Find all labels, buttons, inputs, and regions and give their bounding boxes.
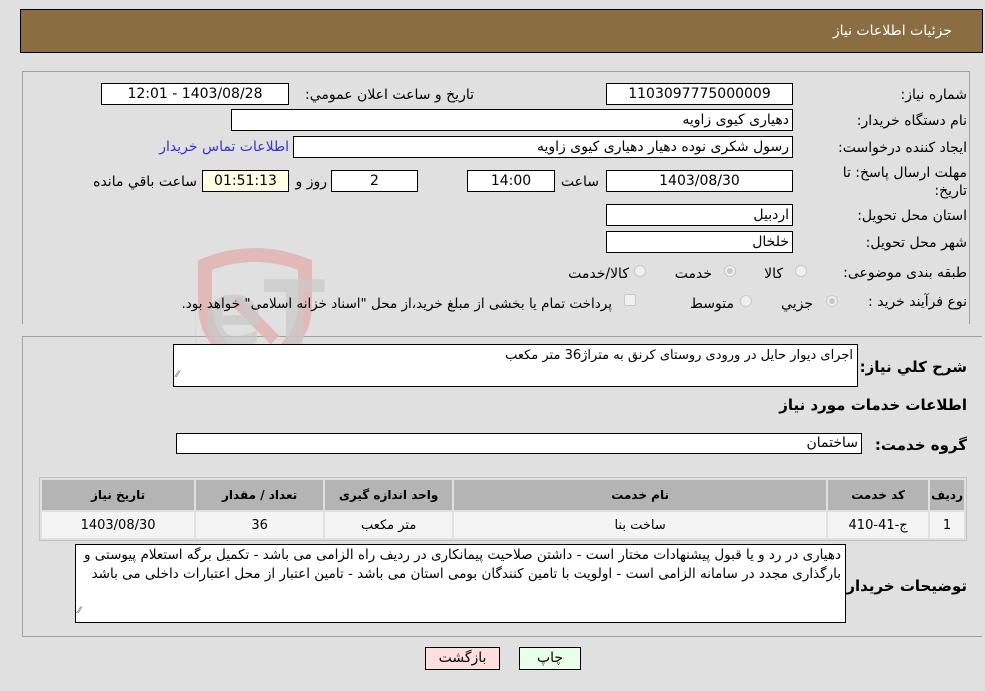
buyer-org-field: دهیاری کیوی زاویه <box>231 109 793 131</box>
treasury-checkbox[interactable] <box>624 294 636 306</box>
cell-service-name: ساخت بنا <box>454 512 827 538</box>
requester-label: ایجاد کننده درخواست: <box>838 140 967 156</box>
cell-row-number: 1 <box>930 512 964 538</box>
category-option-goods-service: کالا/خدمت <box>568 266 629 282</box>
table-header-row: ردیف کد خدمت نام خدمت واحد اندازه گیری ت… <box>42 480 964 510</box>
announce-datetime-label: تاریخ و ساعت اعلان عمومي: <box>305 87 474 103</box>
buyer-notes-label: توضیحات خریدار: <box>840 577 967 595</box>
col-quantity: تعداد / مقدار <box>196 480 324 510</box>
deadline-time-field: 14:00 <box>467 170 555 192</box>
description-label: شرح كلي نياز: <box>859 358 967 376</box>
remaining-time-label: ساعت باقي مانده <box>93 174 197 190</box>
treasury-note: پرداخت تمام یا بخشی از مبلغ خرید،از محل … <box>181 296 612 312</box>
services-section-title: اطلاعات خدمات مورد نیاز <box>779 396 967 414</box>
resize-grip-icon[interactable]: ⁄⁄ <box>176 366 179 385</box>
footer-divider <box>22 636 982 637</box>
city-label: شهر محل تحویل: <box>865 235 967 251</box>
remaining-time-field: 01:51:13 <box>202 170 289 192</box>
category-radio-goods[interactable] <box>795 265 807 277</box>
description-text: اجرای دیوار حایل در ورودی روستای کرنق به… <box>505 348 853 363</box>
resize-grip-icon[interactable]: ⁄⁄ <box>78 602 81 621</box>
deadline-date-field: 1403/08/30 <box>606 170 793 192</box>
cell-need-date: 1403/08/30 <box>42 512 195 538</box>
page-header: جزئیات اطلاعات نیاز <box>20 9 983 53</box>
cell-unit: متر مکعب <box>325 512 453 538</box>
col-service-name: نام خدمت <box>454 480 827 510</box>
cell-service-code: ج-41-410 <box>828 512 929 538</box>
print-button[interactable]: چاپ <box>519 647 581 670</box>
category-option-service: خدمت <box>674 266 712 282</box>
col-unit: واحد اندازه گیری <box>325 480 453 510</box>
purchase-radio-medium[interactable] <box>740 295 752 307</box>
requester-field: رسول شکری نوده دهیار دهیاری کیوی زاویه <box>293 136 793 158</box>
category-radio-service[interactable] <box>724 265 736 277</box>
buyer-org-label: نام دستگاه خریدار: <box>856 113 967 129</box>
remaining-days-field: 2 <box>331 170 418 192</box>
purchase-option-minor: جزيي <box>781 296 813 312</box>
days-label: روز و <box>295 174 328 190</box>
page-title: جزئیات اطلاعات نیاز <box>832 23 952 39</box>
col-need-date: تاریخ نیاز <box>42 480 195 510</box>
category-option-goods: کالا <box>764 266 783 282</box>
description-textarea[interactable]: اجرای دیوار حایل در ورودی روستای کرنق به… <box>173 344 858 387</box>
announce-datetime-field: 1403/08/28 - 12:01 <box>101 83 289 105</box>
deadline-time-label: ساعت <box>560 174 599 190</box>
province-field: اردبیل <box>606 204 793 226</box>
need-number-label: شماره نیاز: <box>900 87 968 103</box>
table-row: 1 ج-41-410 ساخت بنا متر مکعب 36 1403/08/… <box>42 512 964 538</box>
service-group-label: گروه خدمت: <box>874 436 967 454</box>
buyer-notes-text: دهیاری در رد و یا قبول پیشنهادات مختار ا… <box>83 547 841 582</box>
col-service-code: کد خدمت <box>828 480 929 510</box>
buyer-notes-textarea[interactable]: دهیاری در رد و یا قبول پیشنهادات مختار ا… <box>75 544 846 623</box>
category-label: طبقه بندی موضوعی: <box>843 265 967 281</box>
province-label: استان محل تحویل: <box>857 208 967 224</box>
purchase-type-label: نوع فرآیند خرید : <box>868 294 967 310</box>
purchase-option-medium: متوسط <box>690 296 734 312</box>
need-number-field: 1103097775000009 <box>606 83 793 105</box>
buyer-contact-link[interactable]: اطلاعات تماس خریدار <box>159 139 289 155</box>
category-radio-goods-service[interactable] <box>634 265 646 277</box>
services-table: ردیف کد خدمت نام خدمت واحد اندازه گیری ت… <box>39 477 967 541</box>
cell-quantity: 36 <box>196 512 324 538</box>
col-row-number: ردیف <box>930 480 964 510</box>
deadline-label: مهلت ارسال پاسخ: تا تاریخ: <box>842 165 967 199</box>
purchase-radio-minor[interactable] <box>826 295 838 307</box>
back-button[interactable]: بازگشت <box>425 647 500 670</box>
city-field: خلخال <box>606 231 793 253</box>
service-group-field: ساختمان <box>176 433 862 454</box>
